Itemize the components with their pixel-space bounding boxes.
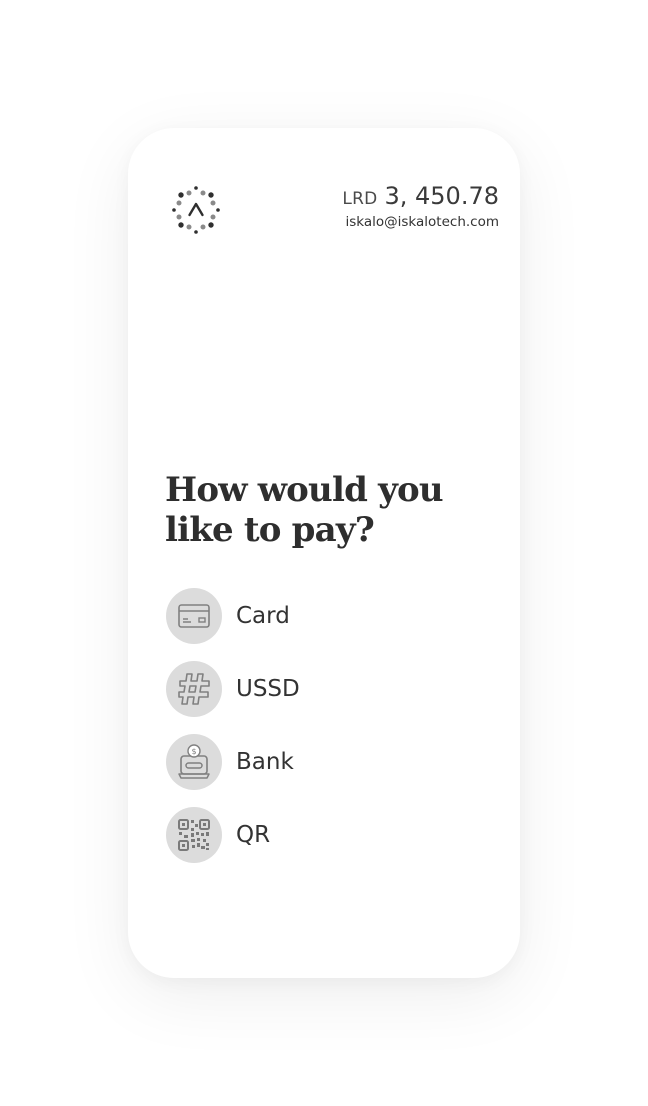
payment-option-qr[interactable]: QR xyxy=(166,807,466,863)
svg-text:$: $ xyxy=(191,747,196,756)
logo-icon xyxy=(170,184,222,236)
page-title: How would you like to pay? xyxy=(165,470,495,550)
hash-icon xyxy=(166,661,222,717)
payment-option-card[interactable]: Card xyxy=(166,588,466,644)
user-email: iskalo@iskalotech.com xyxy=(345,214,500,230)
currency-code: LRD xyxy=(342,189,378,209)
payment-option-label: Card xyxy=(236,603,290,629)
payment-option-label: Bank xyxy=(236,749,294,775)
balance-line: LRD 3, 450.78 xyxy=(342,184,499,208)
payment-option-ussd[interactable]: USSD xyxy=(166,661,466,717)
payment-option-bank[interactable]: $ Bank xyxy=(166,734,466,790)
payment-card: LRD 3, 450.78 iskalo@iskalotech.com How … xyxy=(128,128,520,978)
credit-card-icon xyxy=(166,588,222,644)
payment-options-list: Card USSD $ Bank QR xyxy=(166,588,466,880)
balance-block: LRD 3, 450.78 iskalo@iskalotech.com xyxy=(342,184,499,230)
balance-amount: 3, 450.78 xyxy=(384,182,499,210)
payment-option-label: QR xyxy=(236,822,271,848)
bank-transfer-icon: $ xyxy=(166,734,222,790)
payment-option-label: USSD xyxy=(236,676,300,702)
page-title-line-1: How would you xyxy=(165,470,444,510)
qr-code-icon xyxy=(166,807,222,863)
page-title-line-2: like to pay? xyxy=(165,510,375,550)
